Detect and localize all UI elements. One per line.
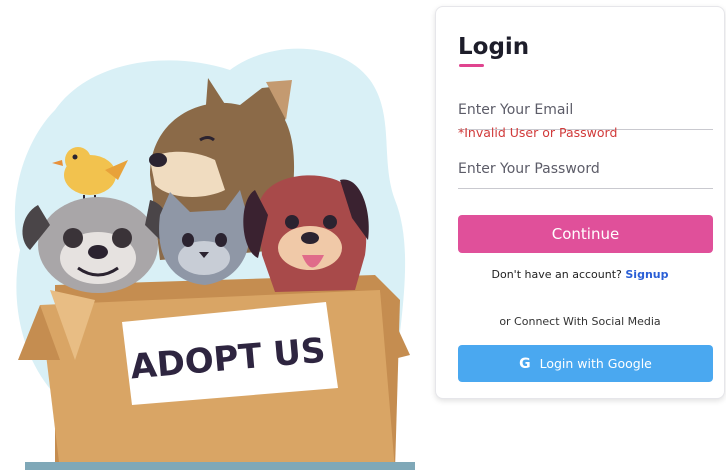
login-title: Login [458, 34, 530, 60]
social-media-text: or Connect With Social Media [499, 315, 661, 328]
title-underline [459, 64, 484, 67]
no-account-text: Don't have an account? [491, 268, 622, 281]
signup-link[interactable]: Signup [625, 268, 668, 281]
google-login-button[interactable]: G Login with Google [458, 345, 713, 382]
login-card: Login *Invalid User or Password Continue… [435, 6, 725, 399]
continue-button[interactable]: Continue [458, 215, 713, 253]
error-message: *Invalid User or Password [458, 125, 618, 140]
google-login-label: Login with Google [539, 356, 652, 371]
signup-prompt: Don't have an account? Signup [436, 268, 724, 281]
adopt-us-illustration: ADOPT US [14, 48, 415, 470]
google-icon: G [519, 355, 531, 372]
password-input[interactable] [458, 150, 713, 189]
